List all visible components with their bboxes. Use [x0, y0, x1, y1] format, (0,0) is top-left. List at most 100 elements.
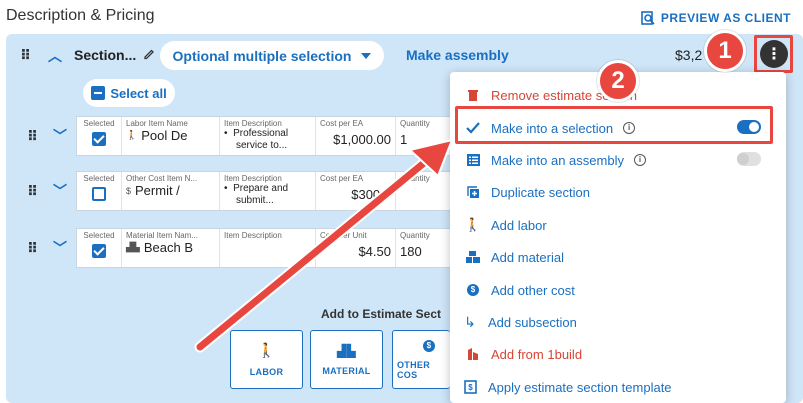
selection-item-highlight — [455, 106, 773, 144]
row-drag-handle-icon[interactable]: ⠿ — [27, 128, 38, 145]
table-row: Selected Other Cost Item N... $ Permit /… — [76, 171, 456, 211]
menu-item-label: Apply estimate section template — [488, 379, 672, 395]
selection-mode-label: Optional multiple selection — [172, 47, 352, 64]
item-type-header: Labor Item Name — [126, 119, 188, 128]
duplicate-icon — [465, 185, 481, 199]
item-description-header: Item Description — [224, 231, 282, 240]
trash-icon — [465, 89, 481, 102]
bricks-icon — [465, 251, 481, 263]
annotation-badge-2: 2 — [597, 60, 639, 102]
select-all-button[interactable]: Select all — [83, 79, 175, 107]
preview-as-client-link[interactable]: PREVIEW AS CLIENT — [641, 11, 791, 25]
list-icon — [465, 154, 481, 166]
selected-header: Selected — [83, 119, 115, 128]
svg-text:$: $ — [468, 383, 473, 392]
add-labor-button[interactable]: 🚶 LABOR — [230, 330, 303, 389]
menu-item-toggle[interactable] — [737, 152, 761, 166]
menu-item-duplicate-section[interactable]: Duplicate section — [465, 183, 590, 201]
row-drag-handle-icon[interactable]: ⠿ — [27, 183, 38, 200]
section-total: $3,2 — [675, 47, 703, 63]
item-name[interactable]: Pool De — [141, 128, 187, 143]
row-chevron-down-icon[interactable]: ︿ — [53, 125, 67, 145]
caret-down-icon — [361, 52, 372, 59]
item-description-header: Item Description — [224, 119, 282, 128]
add-other-cost-button[interactable]: $ OTHER COS — [392, 330, 450, 389]
row-select-checkbox[interactable] — [92, 244, 106, 258]
menu-item-label: Add labor — [491, 217, 547, 233]
section-name[interactable]: Section... — [74, 47, 155, 63]
item-description-header: Item Description — [224, 174, 282, 183]
drag-handle-icon[interactable]: ⠿ — [20, 47, 31, 64]
bricks-icon: ▟▙ — [126, 242, 140, 252]
menu-item-label: Add other cost — [491, 282, 575, 298]
row-select-checkbox[interactable] — [92, 132, 106, 146]
template-icon: $ — [462, 380, 478, 394]
row-drag-handle-icon[interactable]: ⠿ — [27, 240, 38, 257]
person-walking-icon: 🚶 — [464, 217, 482, 232]
item-cost[interactable]: $1,000.00 — [320, 132, 391, 147]
table-row: Selected Material Item Nam... ▟▙ Beach B… — [76, 228, 456, 268]
chevron-up-icon[interactable]: ︿ — [48, 46, 62, 66]
menu-item-add-labor[interactable]: 🚶 Add labor — [465, 216, 547, 234]
menu-item-make-into-an-assembly[interactable]: Make into an assembly i — [465, 151, 646, 169]
table-row: Selected Labor Item Name 🚶 Pool De Item … — [76, 116, 456, 156]
add-other-cost-label: OTHER COS — [397, 359, 430, 380]
preview-label: PREVIEW AS CLIENT — [660, 11, 791, 25]
menu-item-apply-estimate-section-template[interactable]: $ Apply estimate section template — [462, 378, 672, 396]
menu-item-label: Add subsection — [488, 314, 577, 330]
cost-header: Cost per Unit — [320, 231, 367, 240]
more-options-icon[interactable]: ⋮ — [760, 40, 788, 68]
select-all-label: Select all — [110, 85, 167, 101]
row-chevron-down-icon[interactable]: ︿ — [53, 180, 67, 200]
add-labor-label: LABOR — [249, 367, 284, 377]
item-description-line: submit... — [236, 195, 274, 206]
menu-item-label: Duplicate section — [491, 184, 590, 200]
item-type-header: Other Cost Item N... — [126, 174, 198, 183]
quantity-header: Quantity — [400, 174, 430, 183]
item-type-header: Material Item Nam... — [126, 231, 199, 240]
preview-icon — [641, 11, 655, 25]
selected-header: Selected — [83, 174, 115, 183]
cost-header: Cost per EA — [320, 119, 364, 128]
menu-item-label: Add material — [491, 249, 564, 265]
bricks-icon: ▟▙ — [336, 343, 357, 358]
menu-item-add-subsection[interactable]: ↳ Add subsection — [462, 313, 577, 331]
row-chevron-down-icon[interactable]: ︿ — [53, 237, 67, 257]
item-name[interactable]: Permit / — [135, 183, 180, 198]
selection-mode-dropdown[interactable]: Optional multiple selection — [160, 41, 384, 70]
dollar-circle-icon: $ — [423, 339, 435, 352]
make-assembly-link[interactable]: Make assembly — [406, 47, 509, 63]
edit-icon[interactable] — [143, 48, 155, 60]
item-quantity[interactable]: 1 — [400, 132, 452, 147]
select-all-checkbox[interactable] — [91, 86, 106, 100]
item-name[interactable]: Beach B — [144, 240, 193, 255]
menu-item-add-material[interactable]: Add material — [465, 248, 564, 266]
selected-header: Selected — [83, 231, 115, 240]
add-material-label: MATERIAL — [322, 365, 371, 376]
person-walking-icon: 🚶 — [126, 130, 138, 140]
menu-item-label: Add from 1build — [491, 346, 583, 362]
item-cost[interactable]: $4.50 — [320, 244, 391, 259]
item-quantity[interactable]: 180 — [400, 244, 452, 259]
annotation-badge-1: 1 — [704, 30, 746, 72]
quantity-header: Quantity — [400, 231, 430, 240]
menu-item-label: Make into an assembly — [491, 152, 624, 168]
row-select-checkbox[interactable] — [92, 187, 106, 201]
info-icon[interactable]: i — [633, 154, 646, 166]
add-to-estimate-title: Add to Estimate Sect — [321, 307, 442, 321]
add-material-button[interactable]: ▟▙ MATERIAL — [310, 330, 383, 389]
menu-item-add-from-1build[interactable]: Add from 1build — [465, 345, 582, 363]
item-description-line: Prepare and — [233, 183, 289, 194]
page-title: Description & Pricing — [6, 7, 155, 24]
dollar-circle-icon: $ — [126, 185, 132, 196]
subdirectory-arrow-icon: ↳ — [464, 313, 476, 330]
item-description-line: service to... — [236, 140, 288, 151]
1build-logo-icon — [465, 347, 481, 361]
quantity-header: Quantity — [400, 119, 430, 128]
dollar-circle-icon: $ — [465, 284, 481, 296]
menu-item-add-other-cost[interactable]: $ Add other cost — [465, 281, 575, 299]
item-description-line: Professional — [233, 128, 289, 139]
person-walking-icon: 🚶 — [257, 342, 276, 358]
cost-header: Cost per EA — [320, 174, 364, 183]
item-cost[interactable]: $300.0 — [320, 187, 391, 202]
